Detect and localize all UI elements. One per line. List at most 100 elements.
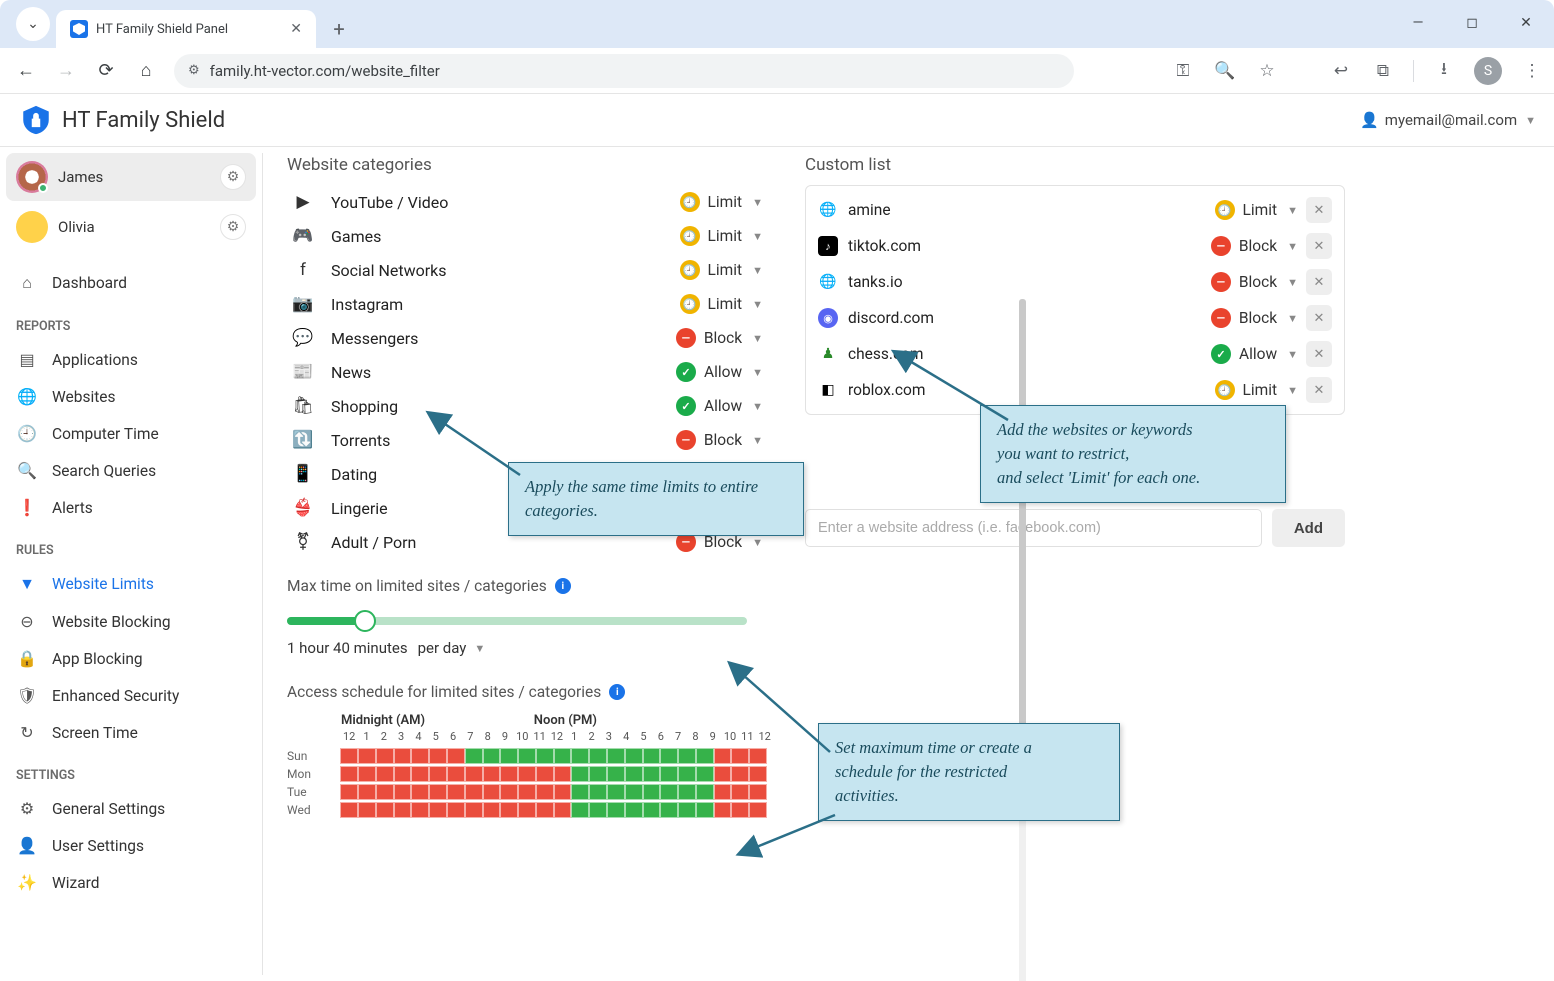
schedule-cell[interactable] [696, 766, 714, 782]
schedule-cell[interactable] [571, 748, 589, 764]
delete-site-button[interactable]: ✕ [1306, 377, 1332, 403]
forward-button[interactable]: → [50, 55, 82, 87]
category-action-dropdown[interactable]: 🕘 Limit ▼ [680, 192, 763, 212]
schedule-cell[interactable] [554, 784, 572, 800]
category-action-dropdown[interactable]: ✓ Allow ▼ [676, 396, 763, 416]
schedule-cell[interactable] [429, 766, 447, 782]
schedule-cell[interactable] [607, 748, 625, 764]
schedule-cell[interactable] [607, 802, 625, 818]
schedule-cell[interactable] [731, 766, 749, 782]
schedule-cell[interactable] [518, 748, 536, 764]
category-action-dropdown[interactable]: ✓ Allow ▼ [676, 362, 763, 382]
schedule-cell[interactable] [731, 802, 749, 818]
extensions-icon[interactable]: ⧉ [1371, 59, 1395, 83]
delete-site-button[interactable]: ✕ [1306, 197, 1332, 223]
schedule-cell[interactable] [483, 748, 501, 764]
schedule-cell[interactable] [518, 784, 536, 800]
schedule-cell[interactable] [554, 802, 572, 818]
schedule-cell[interactable] [678, 748, 696, 764]
schedule-cell[interactable] [749, 802, 767, 818]
schedule-cell[interactable] [411, 766, 429, 782]
slider-value-row[interactable]: 1 hour 40 minutes per day ▼ [287, 639, 767, 657]
schedule-cell[interactable] [571, 766, 589, 782]
schedule-cell[interactable] [429, 748, 447, 764]
delete-site-button[interactable]: ✕ [1306, 305, 1332, 331]
schedule-cell[interactable] [465, 802, 483, 818]
slider-thumb[interactable] [354, 610, 376, 632]
schedule-cell[interactable] [749, 748, 767, 764]
schedule-cell[interactable] [731, 748, 749, 764]
minimize-button[interactable]: — [1396, 8, 1440, 38]
delete-site-button[interactable]: ✕ [1306, 269, 1332, 295]
category-action-dropdown[interactable]: — Block ▼ [676, 328, 763, 348]
schedule-cell[interactable] [483, 784, 501, 800]
sidebar-item-website-blocking[interactable]: ⊖Website Blocking [6, 604, 256, 639]
close-window-button[interactable]: ✕ [1504, 8, 1548, 38]
sidebar-item-app-blocking[interactable]: 🔒App Blocking [6, 641, 256, 676]
schedule-cell[interactable] [714, 784, 732, 800]
schedule-cell[interactable] [394, 784, 412, 800]
sidebar-item-computer-time[interactable]: 🕘Computer Time [6, 416, 256, 451]
site-action-dropdown[interactable]: ✓ Allow ▼ [1211, 344, 1298, 364]
schedule-cell[interactable] [749, 766, 767, 782]
schedule-cell[interactable] [500, 748, 518, 764]
schedule-cell[interactable] [394, 748, 412, 764]
schedule-cell[interactable] [447, 802, 465, 818]
url-field[interactable]: ⚙ family.ht-vector.com/website_filter [174, 54, 1074, 88]
schedule-cell[interactable] [340, 766, 358, 782]
schedule-cell[interactable] [589, 784, 607, 800]
kebab-menu-icon[interactable]: ⋮ [1520, 59, 1544, 83]
schedule-cell[interactable] [571, 802, 589, 818]
schedule-cell[interactable] [447, 766, 465, 782]
schedule-cell[interactable] [394, 802, 412, 818]
schedule-cell[interactable] [376, 766, 394, 782]
schedule-cell[interactable] [340, 748, 358, 764]
sidebar-item-general-settings[interactable]: ⚙General Settings [6, 791, 256, 826]
schedule-cell[interactable] [376, 802, 394, 818]
schedule-cell[interactable] [536, 784, 554, 800]
category-action-dropdown[interactable]: — Block ▼ [676, 430, 763, 450]
tab-search-button[interactable]: ⌄ [16, 7, 50, 41]
sidebar-item-applications[interactable]: ▤Applications [6, 342, 256, 377]
schedule-cell[interactable] [643, 748, 661, 764]
profile-settings-button[interactable]: ⚙ [220, 164, 246, 190]
sidebar-item-enhanced-security[interactable]: 🛡Enhanced Security [6, 678, 256, 713]
password-key-icon[interactable]: ⚿ [1171, 59, 1195, 83]
schedule-cell[interactable] [376, 784, 394, 800]
site-action-dropdown[interactable]: — Block ▼ [1211, 308, 1298, 328]
delete-site-button[interactable]: ✕ [1306, 233, 1332, 259]
schedule-cell[interactable] [660, 748, 678, 764]
delete-site-button[interactable]: ✕ [1306, 341, 1332, 367]
scrollbar-thumb[interactable] [1019, 299, 1026, 739]
schedule-cell[interactable] [625, 748, 643, 764]
schedule-cell[interactable] [643, 766, 661, 782]
schedule-cell[interactable] [660, 802, 678, 818]
new-tab-button[interactable]: + [324, 14, 354, 44]
schedule-cell[interactable] [483, 802, 501, 818]
schedule-cell[interactable] [731, 784, 749, 800]
schedule-cell[interactable] [518, 766, 536, 782]
back-button[interactable]: ← [10, 55, 42, 87]
info-icon[interactable]: i [555, 578, 571, 594]
schedule-cell[interactable] [714, 766, 732, 782]
schedule-cell[interactable] [500, 802, 518, 818]
schedule-cell[interactable] [411, 784, 429, 800]
schedule-cell[interactable] [429, 784, 447, 800]
category-action-dropdown[interactable]: 🕘 Limit ▼ [680, 260, 763, 280]
info-icon[interactable]: i [609, 684, 625, 700]
undo-icon[interactable]: ↩ [1329, 59, 1353, 83]
schedule-cell[interactable] [589, 802, 607, 818]
schedule-cell[interactable] [554, 748, 572, 764]
schedule-cell[interactable] [358, 766, 376, 782]
schedule-cell[interactable] [625, 784, 643, 800]
schedule-cell[interactable] [714, 802, 732, 818]
schedule-cell[interactable] [340, 802, 358, 818]
sidebar-item-alerts[interactable]: ❗Alerts [6, 490, 256, 525]
schedule-cell[interactable] [571, 784, 589, 800]
bookmark-star-icon[interactable]: ☆ [1255, 59, 1279, 83]
sidebar-item-websites[interactable]: 🌐Websites [6, 379, 256, 414]
schedule-cell[interactable] [554, 766, 572, 782]
schedule-cell[interactable] [678, 802, 696, 818]
schedule-cell[interactable] [696, 784, 714, 800]
schedule-cell[interactable] [625, 766, 643, 782]
